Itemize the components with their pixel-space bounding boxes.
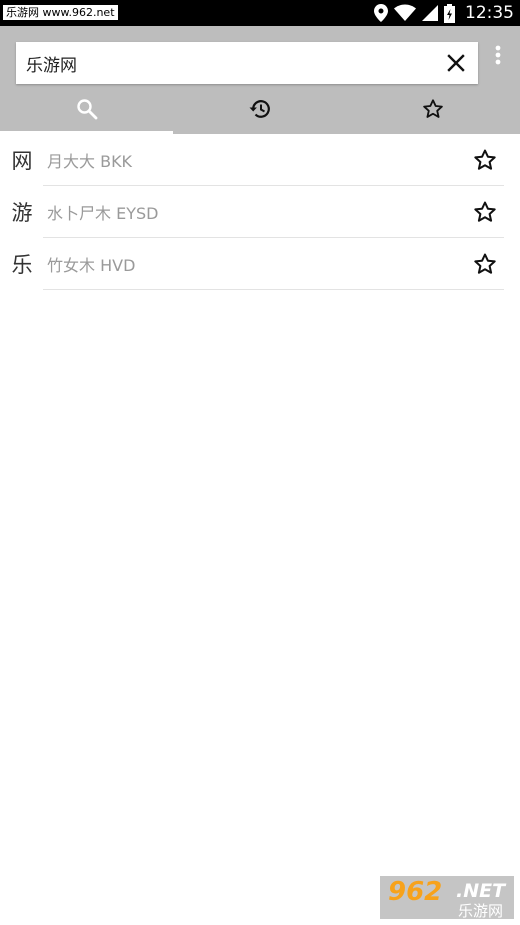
toolbar — [0, 26, 520, 134]
result-code: 竹女木 HVD — [47, 255, 136, 275]
search-box — [16, 42, 478, 84]
result-character: 乐 — [11, 253, 33, 277]
watermark-digits: 962 — [388, 877, 443, 907]
tab-bar — [0, 84, 520, 134]
clear-search-button[interactable] — [442, 49, 470, 77]
watermark-site: 乐游网 — [458, 902, 504, 920]
tab-search[interactable] — [0, 84, 174, 134]
list-item[interactable]: 网 月大大 BKK — [0, 134, 520, 186]
watermark-logo: 962 .NET 乐游网 — [380, 876, 514, 920]
status-time: 12:35 — [465, 3, 514, 23]
star-outline-icon — [474, 201, 496, 222]
result-body: 月大大 BKK — [43, 134, 504, 186]
result-body: 水卜尸木 EYSD — [43, 186, 504, 238]
search-input[interactable] — [26, 42, 426, 84]
result-character: 网 — [11, 149, 33, 173]
result-list: 网 月大大 BKK 游 水卜尸木 EYSD 乐 竹女木 HVD — [0, 134, 520, 290]
favorite-button[interactable] — [472, 251, 498, 277]
wifi-icon — [394, 4, 416, 21]
list-item[interactable]: 游 水卜尸木 EYSD — [0, 186, 520, 238]
tab-favorites[interactable] — [347, 84, 520, 134]
star-outline-icon — [474, 253, 496, 274]
result-character: 游 — [11, 201, 33, 225]
tab-history[interactable] — [173, 84, 346, 134]
close-icon — [447, 54, 465, 72]
more-vert-icon — [495, 45, 501, 65]
favorite-button[interactable] — [472, 147, 498, 173]
favorite-button[interactable] — [472, 199, 498, 225]
signal-icon — [422, 5, 438, 21]
search-icon — [76, 99, 98, 120]
result-code: 水卜尸木 EYSD — [47, 203, 159, 223]
more-options-button[interactable] — [488, 44, 508, 66]
history-icon — [249, 100, 270, 118]
status-icons: 12:35 — [374, 0, 514, 26]
star-outline-icon — [474, 149, 496, 170]
list-item[interactable]: 乐 竹女木 HVD — [0, 238, 520, 290]
location-icon — [374, 4, 388, 22]
watermark-net: .NET — [456, 880, 506, 902]
result-code: 月大大 BKK — [47, 151, 133, 171]
status-bar: 乐游网 www.962.net 12:35 — [0, 0, 520, 26]
watermark-top: 乐游网 www.962.net — [3, 5, 118, 20]
star-outline-icon — [423, 99, 444, 118]
battery-icon — [444, 3, 455, 23]
result-body: 竹女木 HVD — [43, 238, 504, 290]
